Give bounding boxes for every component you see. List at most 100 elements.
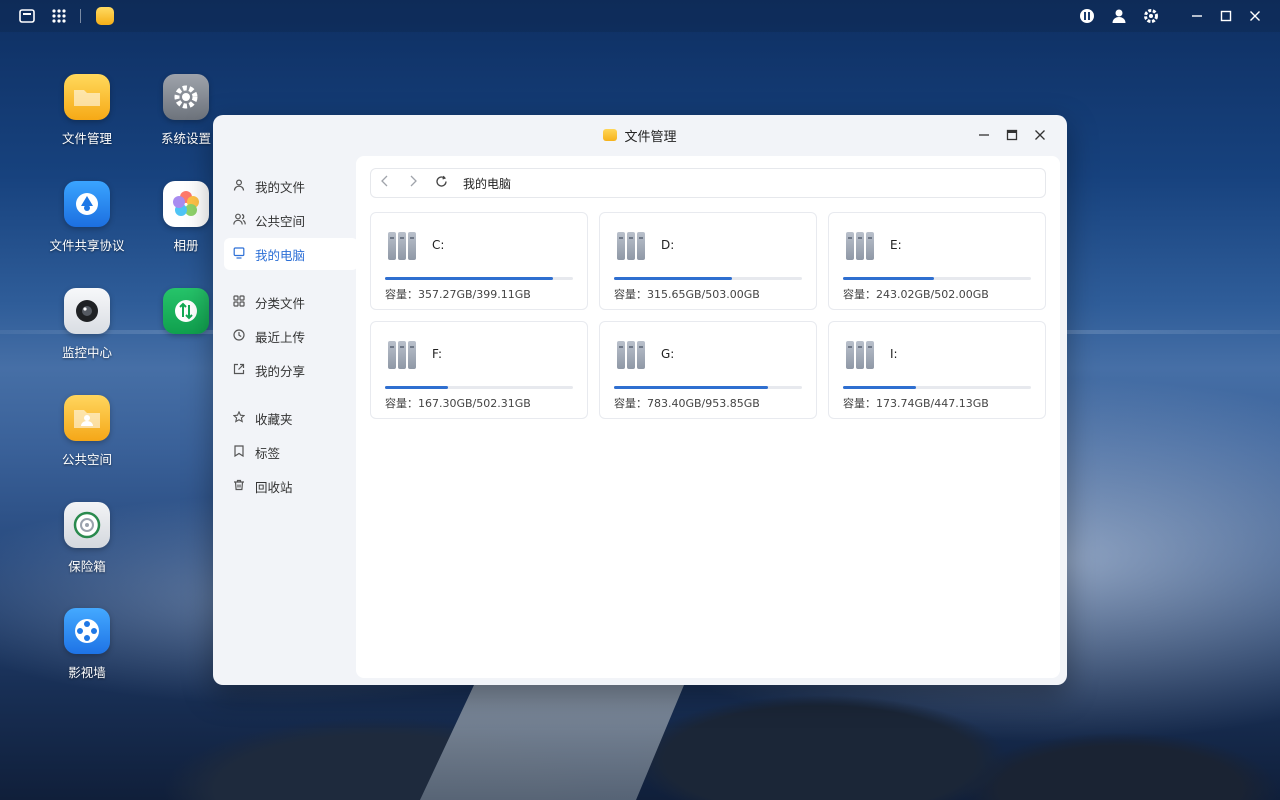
drive-card[interactable]: F: 容量：167.30GB/502.31GB bbox=[370, 321, 588, 419]
drive-capacity: 容量：173.74GB/447.13GB bbox=[843, 397, 989, 410]
capacity-bar bbox=[614, 386, 802, 389]
capacity-bar bbox=[385, 386, 573, 389]
file-manager-app-icon[interactable] bbox=[95, 6, 115, 26]
sidebar-item-public-space[interactable]: 公共空间 bbox=[224, 204, 358, 236]
sidebar-item-label: 回收站 bbox=[255, 479, 293, 495]
sidebar-item-label: 我的分享 bbox=[255, 363, 306, 379]
drive-capacity: 容量：167.30GB/502.31GB bbox=[385, 397, 531, 410]
window-close-button[interactable] bbox=[1029, 125, 1051, 145]
drive-capacity: 容量：315.65GB/503.00GB bbox=[614, 288, 760, 301]
top-bar bbox=[0, 0, 1280, 32]
desktop-icon-label: 影视墙 bbox=[68, 665, 106, 680]
address-bar: 我的电脑 bbox=[370, 168, 1046, 198]
capacity-bar-fill bbox=[614, 277, 733, 280]
capacity-bar bbox=[385, 277, 573, 280]
settings-icon[interactable] bbox=[1141, 6, 1161, 26]
drive-card[interactable]: G: 容量：783.40GB/953.85GB bbox=[599, 321, 817, 419]
window-titlebar[interactable]: 文件管理 bbox=[213, 115, 1067, 155]
grid-icon bbox=[232, 294, 246, 310]
trash-icon bbox=[232, 479, 246, 494]
camera-icon bbox=[64, 288, 110, 334]
tag-icon bbox=[232, 444, 246, 460]
desktop-icon-share-protocol[interactable]: 文件共享协议 bbox=[39, 181, 135, 254]
hard-drive-icon bbox=[846, 341, 874, 369]
star-icon bbox=[232, 410, 246, 426]
desktop-icon-film-wall[interactable]: 影视墙 bbox=[39, 608, 135, 681]
desktop-icon-label: 文件共享协议 bbox=[49, 238, 125, 253]
share-protocol-icon bbox=[64, 181, 110, 227]
sidebar-item-recent-uploads[interactable]: 最近上传 bbox=[224, 320, 358, 352]
sidebar-item-label: 最近上传 bbox=[255, 329, 306, 345]
drive-name: C: bbox=[432, 238, 445, 252]
capacity-bar-fill bbox=[843, 277, 934, 280]
desktop-icon-file-manager[interactable]: 文件管理 bbox=[39, 74, 135, 147]
desktop-icon-public-space[interactable]: 公共空间 bbox=[39, 395, 135, 468]
capacity-bar-fill bbox=[385, 386, 448, 389]
sidebar-item-recycle-bin[interactable]: 回收站 bbox=[224, 470, 358, 502]
sidebar-item-label: 我的电脑 bbox=[255, 247, 306, 263]
sidebar-item-tags[interactable]: 标签 bbox=[224, 436, 358, 468]
user-icon bbox=[232, 178, 246, 194]
desktop-icon-safe[interactable]: 保险箱 bbox=[39, 502, 135, 575]
hard-drive-icon bbox=[846, 232, 874, 260]
app-grid-icon[interactable] bbox=[49, 6, 69, 26]
hard-drive-icon bbox=[617, 232, 645, 260]
refresh-button[interactable] bbox=[427, 175, 455, 192]
back-button[interactable] bbox=[371, 175, 399, 191]
folder-icon bbox=[64, 74, 110, 120]
user-icon[interactable] bbox=[1109, 6, 1129, 26]
maximize-icon[interactable] bbox=[1216, 6, 1236, 26]
sidebar-item-label: 我的文件 bbox=[255, 179, 306, 195]
clock-icon bbox=[232, 328, 246, 344]
drive-name: I: bbox=[890, 347, 898, 361]
sidebar-item-my-computer[interactable]: 我的电脑 bbox=[224, 238, 358, 270]
sidebar-item-label: 公共空间 bbox=[255, 213, 306, 229]
desktop-icon-label: 监控中心 bbox=[61, 345, 112, 360]
drive-card[interactable]: D: 容量：315.65GB/503.00GB bbox=[599, 212, 817, 310]
drive-card[interactable]: C: 容量：357.27GB/399.11GB bbox=[370, 212, 588, 310]
sidebar-item-my-shares[interactable]: 我的分享 bbox=[224, 354, 358, 386]
group-icon bbox=[232, 213, 246, 228]
drive-card[interactable]: I: 容量：173.74GB/447.13GB bbox=[828, 321, 1046, 419]
show-desktop-icon[interactable] bbox=[17, 6, 37, 26]
forward-button[interactable] bbox=[399, 175, 427, 191]
sidebar-item-categories[interactable]: 分类文件 bbox=[224, 286, 358, 318]
nas-status-icon[interactable] bbox=[1077, 6, 1097, 26]
drive-capacity: 容量：783.40GB/953.85GB bbox=[614, 397, 760, 410]
desktop-icon-label: 保险箱 bbox=[68, 559, 106, 574]
capacity-bar bbox=[614, 277, 802, 280]
photos-icon bbox=[163, 181, 209, 227]
address-path[interactable]: 我的电脑 bbox=[463, 175, 511, 192]
drive-grid: C: 容量：357.27GB/399.11GB D: 容量：315.65GB/5… bbox=[370, 212, 1046, 419]
window-minimize-button[interactable] bbox=[973, 125, 995, 145]
sidebar-item-favorites[interactable]: 收藏夹 bbox=[224, 402, 358, 434]
share-icon bbox=[232, 363, 246, 378]
drive-card[interactable]: E: 容量：243.02GB/502.00GB bbox=[828, 212, 1046, 310]
close-icon[interactable] bbox=[1245, 6, 1265, 26]
capacity-bar bbox=[843, 386, 1031, 389]
drive-capacity: 容量：357.27GB/399.11GB bbox=[385, 288, 531, 301]
folder-icon bbox=[603, 129, 618, 141]
window-maximize-button[interactable] bbox=[1001, 125, 1023, 145]
sidebar: 我的文件 公共空间 我的电脑 分类文件 最近上传 我的分享 收藏夹 标签 回收站 bbox=[224, 170, 358, 504]
film-reel-icon bbox=[64, 608, 110, 654]
file-manager-window: 文件管理 我的文件 公共空间 我的电脑 分类文件 最近上传 我的分享 收藏夹 标… bbox=[213, 115, 1067, 685]
drive-name: E: bbox=[890, 238, 902, 252]
computer-icon bbox=[232, 246, 246, 262]
drive-name: D: bbox=[661, 238, 675, 252]
desktop-icon-label: 文件管理 bbox=[61, 131, 112, 146]
drive-capacity: 容量：243.02GB/502.00GB bbox=[843, 288, 989, 301]
sidebar-item-label: 标签 bbox=[255, 445, 281, 461]
sidebar-item-my-files[interactable]: 我的文件 bbox=[224, 170, 358, 202]
window-title: 文件管理 bbox=[624, 129, 677, 145]
minimize-icon[interactable] bbox=[1187, 6, 1207, 26]
drive-name: F: bbox=[432, 347, 443, 361]
sidebar-item-label: 分类文件 bbox=[255, 295, 306, 311]
content-panel: 我的电脑 C: 容量：357.27GB/399.11GB D: 容量：315.6… bbox=[356, 156, 1060, 678]
safe-icon bbox=[64, 502, 110, 548]
capacity-bar-fill bbox=[843, 386, 917, 389]
desktop-icon-monitor-center[interactable]: 监控中心 bbox=[39, 288, 135, 361]
sync-transfer-icon bbox=[163, 288, 209, 334]
